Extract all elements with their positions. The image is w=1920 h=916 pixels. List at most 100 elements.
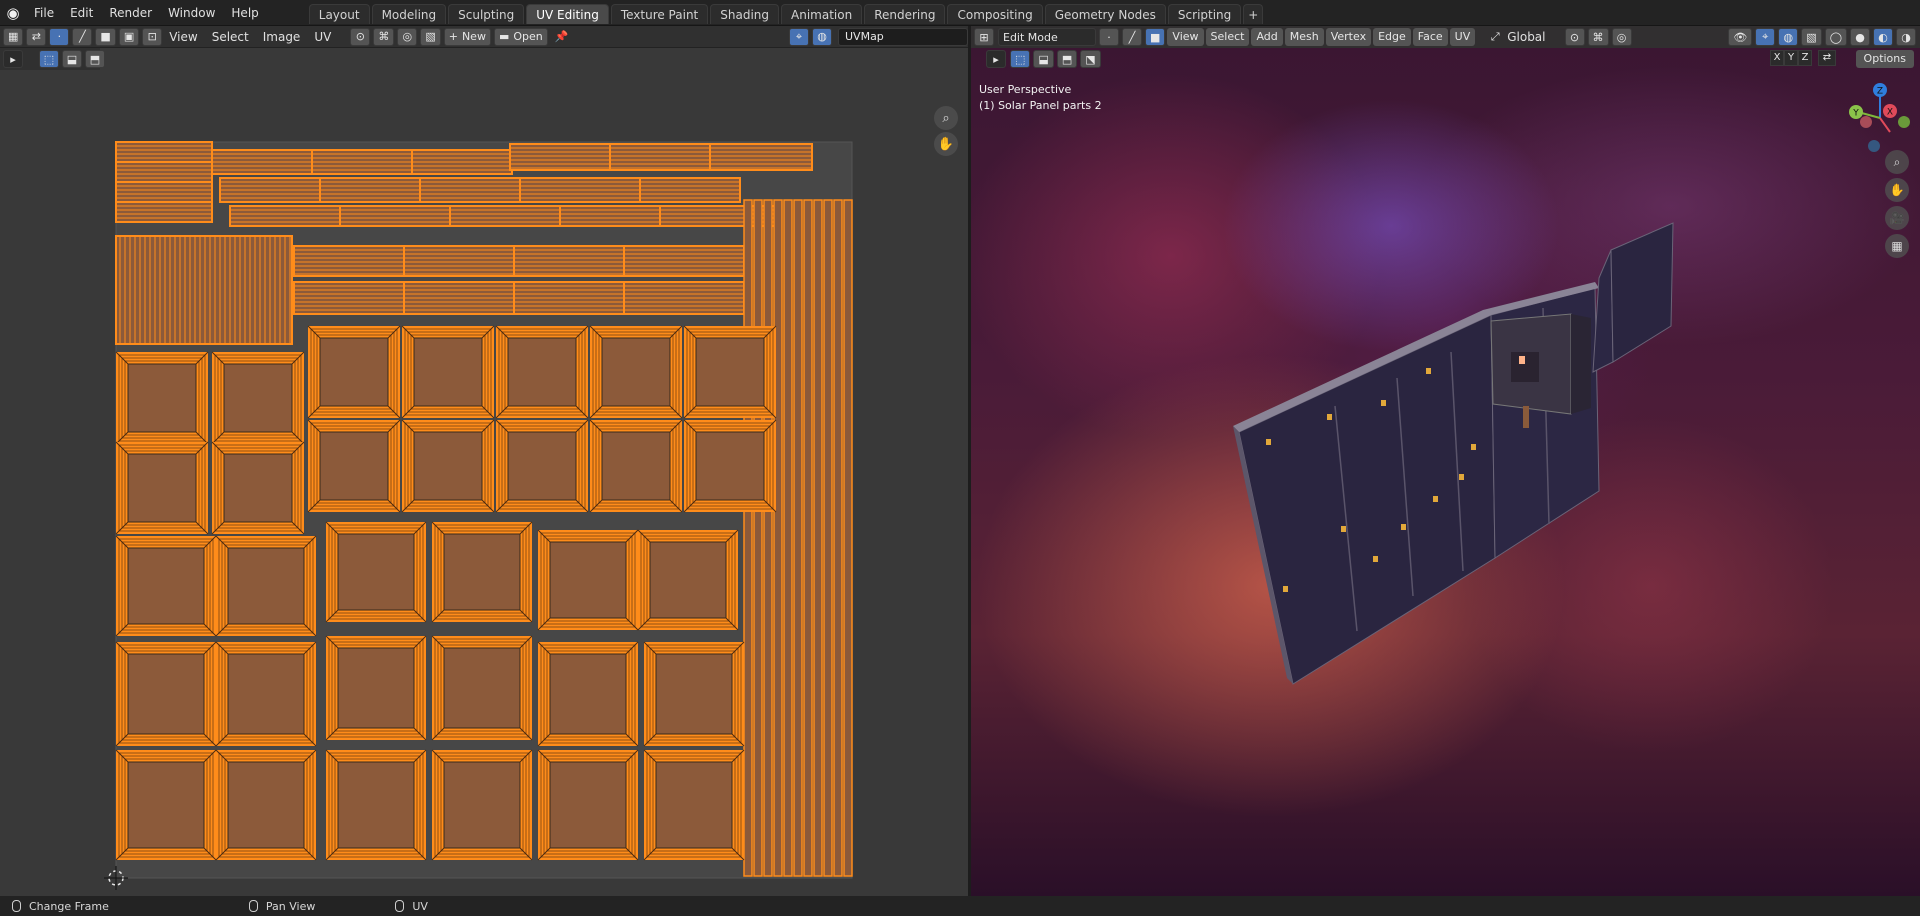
- menu-add[interactable]: Add: [1251, 28, 1283, 46]
- tab-shading[interactable]: Shading: [710, 3, 779, 24]
- vertex-select-icon[interactable]: ·: [49, 27, 70, 46]
- solid-shading-icon[interactable]: ●: [1850, 28, 1870, 46]
- options-dropdown[interactable]: Options: [1855, 50, 1914, 68]
- tab-scripting[interactable]: Scripting: [1167, 3, 1242, 24]
- navigation-buttons: ⌕ ✋ 🎥 ▦: [1885, 150, 1909, 258]
- gizmo-toggle-icon[interactable]: ◍: [812, 27, 832, 46]
- grid-perspective-icon[interactable]: ▦: [1885, 234, 1909, 258]
- gizmo-icon[interactable]: ⌖: [1755, 28, 1776, 46]
- material-shading-icon[interactable]: ◐: [1873, 28, 1893, 46]
- blender-logo-icon[interactable]: ◉: [0, 0, 26, 26]
- uv-island-face: [319, 337, 389, 407]
- menu-view[interactable]: View: [1167, 28, 1204, 46]
- uv-island: [115, 201, 213, 223]
- navigation-gizmo[interactable]: Z Y X: [1840, 78, 1920, 158]
- axis-x-button[interactable]: X: [1770, 50, 1784, 66]
- wireframe-shading-icon[interactable]: ◯: [1824, 28, 1847, 46]
- snap-icon[interactable]: ⌘: [373, 27, 395, 46]
- sync-selection-icon[interactable]: ⇄: [26, 27, 47, 46]
- image-browse-icon[interactable]: ▧: [420, 27, 441, 46]
- menu-vertex[interactable]: Vertex: [1325, 28, 1372, 46]
- menu-file[interactable]: File: [26, 2, 62, 24]
- tab-geometry-nodes[interactable]: Geometry Nodes: [1044, 3, 1166, 24]
- select-invert-icon[interactable]: ⬔: [1080, 50, 1101, 68]
- sticky-select-icon[interactable]: ⊡: [142, 27, 163, 46]
- gizmo-neg-x[interactable]: [1860, 116, 1872, 128]
- menu-edit[interactable]: Edit: [62, 2, 101, 24]
- hand-pan-icon[interactable]: ✋: [934, 132, 958, 156]
- pivot-icon[interactable]: ⊙: [350, 27, 371, 46]
- add-workspace-button[interactable]: +: [1243, 3, 1264, 24]
- menu-image[interactable]: Image: [256, 26, 308, 48]
- select-extend-icon[interactable]: ⬓: [62, 50, 82, 68]
- snap-icon[interactable]: ⌘: [1587, 28, 1609, 46]
- proportional-edit-icon[interactable]: ◎: [397, 27, 418, 46]
- edge-select-icon[interactable]: ╱: [72, 27, 93, 46]
- menu-window[interactable]: Window: [160, 2, 223, 24]
- gizmo-neg-y[interactable]: [1898, 116, 1910, 128]
- new-image-button[interactable]: + New: [443, 27, 491, 46]
- tab-texture-paint[interactable]: Texture Paint: [610, 3, 709, 24]
- select-box-icon[interactable]: ⬚: [1010, 50, 1031, 68]
- tool-icon[interactable]: ▸: [986, 50, 1006, 68]
- menu-select[interactable]: Select: [205, 26, 256, 48]
- select-extend-icon[interactable]: ⬓: [1033, 50, 1054, 68]
- tool-settings-icon[interactable]: ▸: [3, 50, 23, 68]
- menu-render[interactable]: Render: [101, 2, 160, 24]
- axis-y-button[interactable]: Y: [1784, 50, 1798, 66]
- auto-merge-icon[interactable]: ⇄: [1818, 50, 1836, 66]
- uv-island: [449, 205, 561, 227]
- uv-island-face: [319, 431, 389, 501]
- uv-canvas[interactable]: ⌕ ✋: [0, 70, 968, 896]
- island-select-icon[interactable]: ▣: [118, 27, 140, 46]
- mode-dropdown[interactable]: Edit Mode: [998, 28, 1096, 46]
- tab-layout[interactable]: Layout: [308, 3, 370, 24]
- edge-mode-icon[interactable]: ╱: [1122, 28, 1142, 46]
- editor-type-icon[interactable]: ⊞: [974, 28, 994, 46]
- face-mode-icon[interactable]: ■: [1145, 28, 1166, 46]
- uv-island-face: [443, 761, 521, 849]
- uv-map-field[interactable]: UVMap: [838, 27, 968, 46]
- orientation-dropdown[interactable]: Global: [1505, 26, 1552, 48]
- mouse-right-icon: [395, 900, 405, 912]
- uv-island: [115, 235, 293, 345]
- visibility-icon[interactable]: 👁: [1728, 28, 1753, 46]
- menu-view[interactable]: View: [162, 26, 204, 48]
- tab-uv-editing[interactable]: UV Editing: [526, 3, 609, 24]
- hand-pan-icon[interactable]: ✋: [1885, 178, 1909, 202]
- select-subtract-icon[interactable]: ⬒: [1056, 50, 1078, 68]
- rendered-shading-icon[interactable]: ◑: [1896, 28, 1916, 46]
- tab-rendering[interactable]: Rendering: [864, 3, 946, 24]
- face-select-icon[interactable]: ■: [95, 27, 116, 46]
- menu-mesh[interactable]: Mesh: [1284, 28, 1324, 46]
- 3d-viewport[interactable]: ⊞ Edit Mode · ╱ ■ View Select Add Mesh V…: [971, 26, 1920, 896]
- select-subtract-icon[interactable]: ⬒: [85, 50, 105, 68]
- tab-compositing[interactable]: Compositing: [947, 3, 1043, 24]
- zoom-icon[interactable]: ⌕: [1885, 150, 1909, 174]
- menu-select[interactable]: Select: [1205, 28, 1250, 46]
- zoom-icon[interactable]: ⌕: [934, 106, 958, 130]
- menu-uv[interactable]: UV: [307, 26, 338, 48]
- orientation-icon[interactable]: ⤢: [1485, 28, 1505, 46]
- camera-icon[interactable]: 🎥: [1885, 206, 1909, 230]
- select-box-icon[interactable]: ⬚: [39, 50, 59, 68]
- menu-uv[interactable]: UV: [1449, 28, 1476, 46]
- overlay-uv-icon[interactable]: ⌖: [789, 27, 809, 46]
- vertex-mode-icon[interactable]: ·: [1099, 28, 1119, 46]
- editor-type-icon[interactable]: ▦: [3, 27, 24, 46]
- proportional-edit-icon[interactable]: ◎: [1611, 28, 1632, 46]
- gizmo-neg-z[interactable]: [1868, 140, 1880, 152]
- uv-island-face: [695, 431, 765, 501]
- tab-sculpting[interactable]: Sculpting: [448, 3, 525, 24]
- pivot-icon[interactable]: ⊙: [1564, 28, 1585, 46]
- axis-z-button[interactable]: Z: [1798, 50, 1812, 66]
- menu-help[interactable]: Help: [223, 2, 266, 24]
- menu-edge[interactable]: Edge: [1373, 28, 1411, 46]
- tab-modeling[interactable]: Modeling: [371, 3, 447, 24]
- overlays-icon[interactable]: ◍: [1778, 28, 1799, 46]
- xray-icon[interactable]: ▧: [1801, 28, 1822, 46]
- tab-animation[interactable]: Animation: [781, 3, 863, 24]
- open-image-button[interactable]: ▬ Open: [493, 27, 548, 46]
- pin-icon[interactable]: 📌: [551, 28, 573, 46]
- menu-face[interactable]: Face: [1412, 28, 1448, 46]
